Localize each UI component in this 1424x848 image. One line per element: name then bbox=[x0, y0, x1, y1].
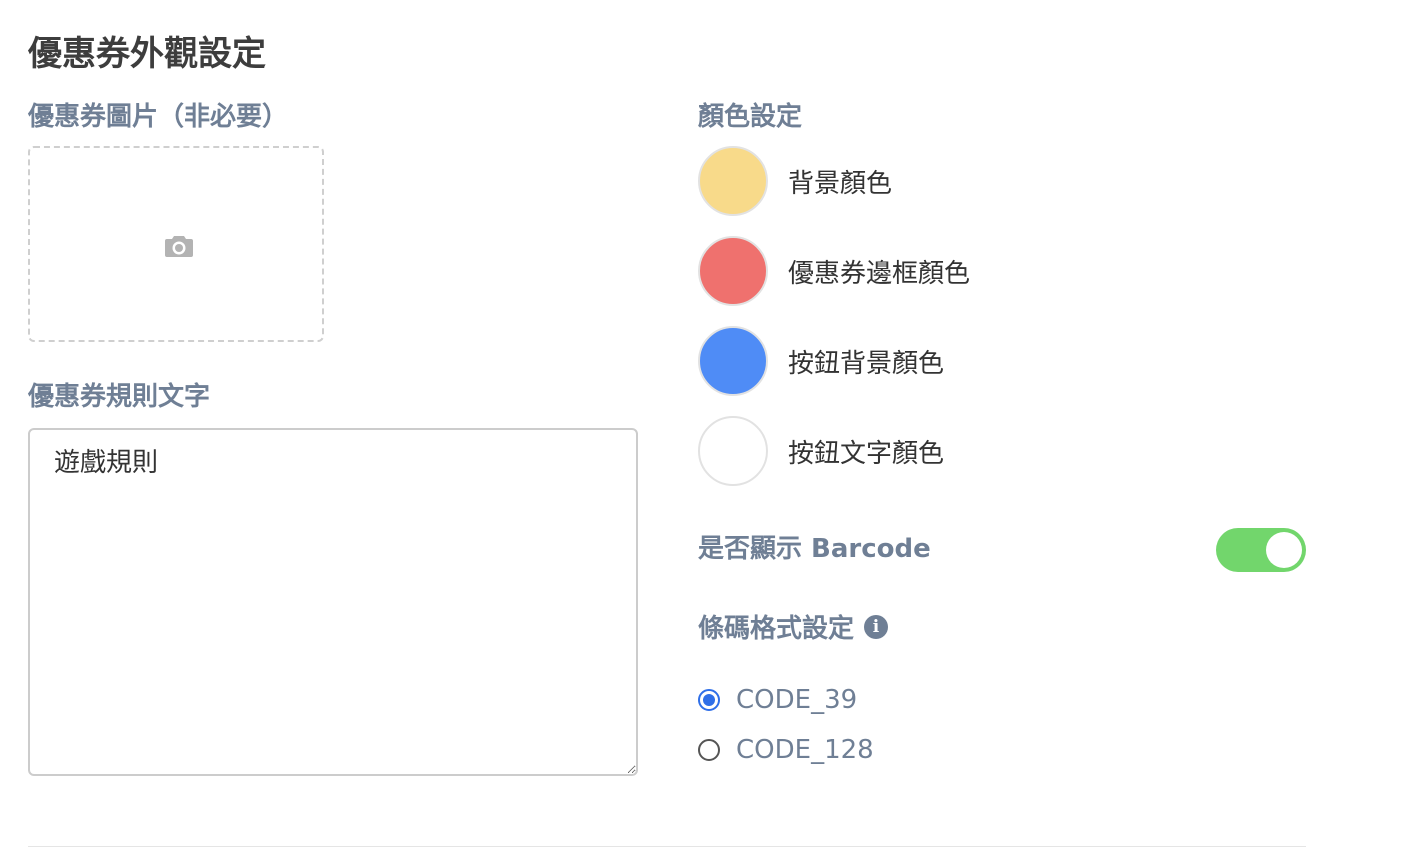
color-row-button-text[interactable]: 按鈕文字顏色 bbox=[698, 416, 944, 486]
color-settings-label: 顏色設定 bbox=[698, 102, 803, 132]
background-color-swatch[interactable] bbox=[698, 146, 768, 216]
button-background-color-swatch[interactable] bbox=[698, 326, 768, 396]
rules-textarea[interactable]: 遊戲規則 bbox=[28, 428, 638, 776]
barcode-toggle-label: 是否顯示 Barcode bbox=[698, 534, 931, 564]
barcode-format-label: 條碼格式設定 bbox=[698, 614, 855, 644]
button-background-color-label: 按鈕背景顏色 bbox=[788, 348, 945, 379]
border-color-label: 優惠券邊框顏色 bbox=[788, 258, 971, 289]
border-color-swatch[interactable] bbox=[698, 236, 768, 306]
button-text-color-swatch[interactable] bbox=[698, 416, 768, 486]
section-divider bbox=[28, 846, 1306, 847]
color-row-background[interactable]: 背景顏色 bbox=[698, 146, 892, 216]
radio-code39[interactable] bbox=[698, 689, 720, 711]
radio-option-code128[interactable]: CODE_128 bbox=[698, 732, 874, 768]
button-text-color-label: 按鈕文字顏色 bbox=[788, 438, 945, 469]
radio-code39-label: CODE_39 bbox=[736, 685, 858, 715]
rules-label: 優惠券規則文字 bbox=[28, 382, 211, 412]
radio-code128-label: CODE_128 bbox=[736, 735, 874, 765]
radio-code128[interactable] bbox=[698, 739, 720, 761]
toggle-knob bbox=[1266, 532, 1302, 568]
info-icon[interactable]: i bbox=[864, 614, 889, 639]
color-row-button-background[interactable]: 按鈕背景顏色 bbox=[698, 326, 944, 396]
image-upload-label: 優惠券圖片（非必要） bbox=[28, 102, 289, 132]
color-row-border[interactable]: 優惠券邊框顏色 bbox=[698, 236, 970, 306]
image-upload-box[interactable] bbox=[28, 146, 324, 342]
radio-option-code39[interactable]: CODE_39 bbox=[698, 682, 857, 718]
barcode-toggle[interactable] bbox=[1216, 528, 1306, 572]
page-title: 優惠券外觀設定 bbox=[28, 34, 266, 74]
barcode-format-label-row: 條碼格式設定 i bbox=[698, 612, 889, 646]
camera-icon bbox=[165, 236, 193, 257]
background-color-label: 背景顏色 bbox=[788, 168, 893, 199]
